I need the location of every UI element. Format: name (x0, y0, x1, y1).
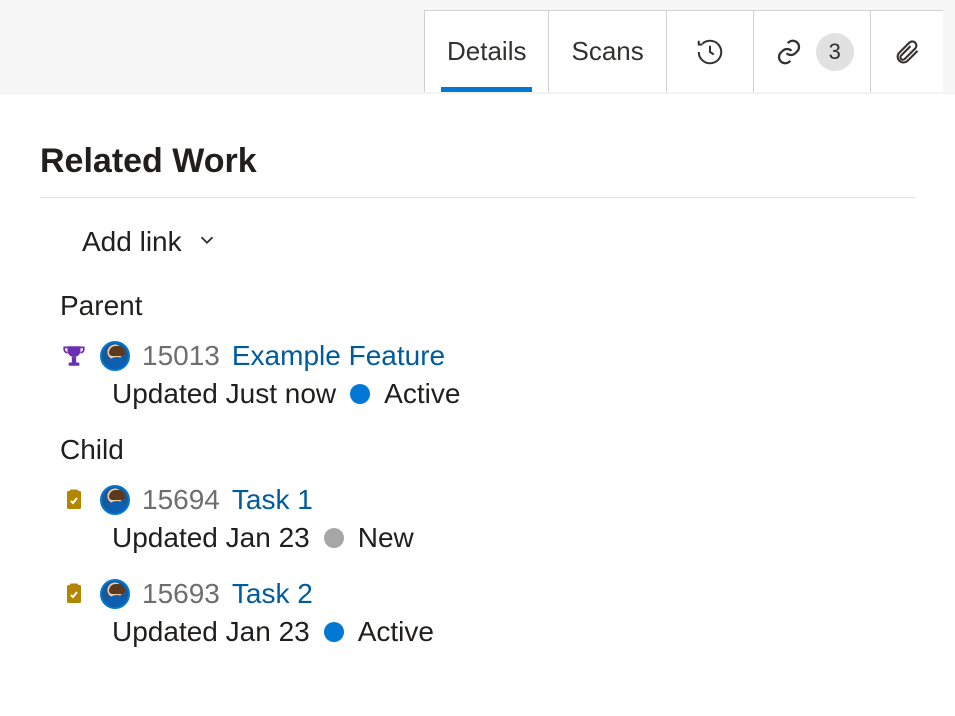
state-dot-icon (324, 528, 344, 548)
tab-scans[interactable]: Scans (548, 10, 666, 92)
add-link-label: Add link (82, 226, 182, 258)
tab-attachments[interactable] (870, 10, 943, 92)
work-item-id: 15694 (142, 484, 220, 516)
feature-trophy-icon (60, 342, 88, 370)
link-icon (774, 37, 804, 67)
work-item-line1: 15693 Task 2 (60, 578, 915, 610)
group-header-child: Child (60, 434, 915, 466)
tab-strip-area: Details Scans 3 (0, 0, 955, 94)
section-title: Related Work (40, 142, 915, 181)
tab-details[interactable]: Details (424, 10, 549, 92)
tab-scans-label: Scans (571, 36, 643, 67)
work-item-line2: Updated Just now Active (112, 378, 915, 410)
work-item-line2: Updated Jan 23 Active (112, 616, 915, 648)
work-item-state: New (358, 522, 414, 554)
links-count-badge: 3 (816, 33, 854, 71)
attachment-icon (893, 37, 921, 67)
work-item-updated: Updated Just now (112, 378, 336, 410)
work-item-line2: Updated Jan 23 New (112, 522, 915, 554)
chevron-down-icon (196, 229, 218, 256)
work-item-id: 15693 (142, 578, 220, 610)
related-work-section: Related Work Add link Parent 15013 Examp… (0, 94, 955, 648)
task-clipboard-icon (60, 580, 88, 608)
work-item-state: Active (384, 378, 460, 410)
work-item-updated: Updated Jan 23 (112, 616, 310, 648)
avatar (100, 579, 130, 609)
work-item-state: Active (358, 616, 434, 648)
divider (40, 197, 915, 198)
work-item-parent-0[interactable]: 15013 Example Feature Updated Just now A… (60, 340, 915, 410)
tab-links[interactable]: 3 (753, 10, 871, 92)
tab-row: Details Scans 3 (425, 10, 943, 92)
work-item-title-link[interactable]: Example Feature (232, 340, 445, 372)
work-item-title-link[interactable]: Task 1 (232, 484, 313, 516)
state-dot-icon (350, 384, 370, 404)
task-clipboard-icon (60, 486, 88, 514)
tab-details-label: Details (447, 36, 526, 67)
group-header-parent: Parent (60, 290, 915, 322)
work-item-child-1[interactable]: 15693 Task 2 Updated Jan 23 Active (60, 578, 915, 648)
avatar (100, 485, 130, 515)
work-item-updated: Updated Jan 23 (112, 522, 310, 554)
work-item-child-0[interactable]: 15694 Task 1 Updated Jan 23 New (60, 484, 915, 554)
work-item-id: 15013 (142, 340, 220, 372)
work-item-title-link[interactable]: Task 2 (232, 578, 313, 610)
work-item-line1: 15694 Task 1 (60, 484, 915, 516)
add-link-button[interactable]: Add link (82, 226, 915, 258)
avatar (100, 341, 130, 371)
work-item-line1: 15013 Example Feature (60, 340, 915, 372)
history-icon (695, 37, 725, 67)
state-dot-icon (324, 622, 344, 642)
tab-history[interactable] (666, 10, 754, 92)
